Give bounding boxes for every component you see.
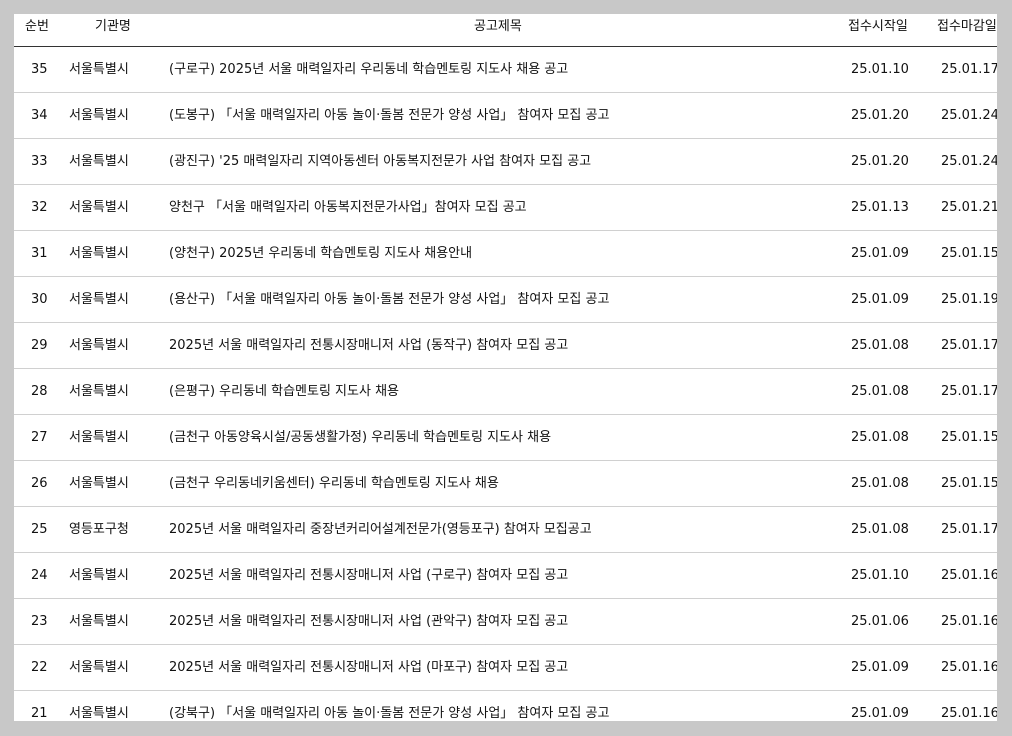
row-end-date: 25.01.16: [941, 614, 997, 629]
row-organization: 서울특별시: [69, 476, 129, 491]
notice-title-link[interactable]: (도봉구) 「서울 매력일자리 아동 놀이·돌봄 전문가 양성 사업」 참여자 …: [169, 93, 609, 138]
row-end-date: 25.01.17: [941, 384, 997, 399]
row-start-date: 25.01.09: [851, 292, 909, 307]
table-body: 35 서울특별시 (구로구) 2025년 서울 매력일자리 우리동네 학습멘토링…: [14, 47, 997, 721]
row-num: 22: [31, 660, 48, 675]
notice-title-link[interactable]: (은평구) 우리동네 학습멘토링 지도사 채용: [169, 369, 399, 414]
row-num: 31: [31, 246, 48, 261]
row-organization: 서울특별시: [69, 62, 129, 77]
notice-title-link[interactable]: 2025년 서울 매력일자리 중장년커리어설계전문가(영등포구) 참여자 모집공…: [169, 507, 592, 552]
row-num: 24: [31, 568, 48, 583]
row-end-date: 25.01.16: [941, 706, 997, 721]
notice-title-link[interactable]: (구로구) 2025년 서울 매력일자리 우리동네 학습멘토링 지도사 채용 공…: [169, 47, 568, 92]
table-row[interactable]: 31 서울특별시 (양천구) 2025년 우리동네 학습멘토링 지도사 채용안내…: [14, 231, 997, 277]
row-num: 23: [31, 614, 48, 629]
row-start-date: 25.01.08: [851, 384, 909, 399]
notice-title-link[interactable]: (금천구 아동양육시설/공동생활가정) 우리동네 학습멘토링 지도사 채용: [169, 415, 551, 460]
notice-title-link[interactable]: 2025년 서울 매력일자리 전통시장매니저 사업 (마포구) 참여자 모집 공…: [169, 645, 568, 690]
table-row[interactable]: 32 서울특별시 양천구 「서울 매력일자리 아동복지전문가사업」참여자 모집 …: [14, 185, 997, 231]
row-start-date: 25.01.09: [851, 660, 909, 675]
table-row[interactable]: 22 서울특별시 2025년 서울 매력일자리 전통시장매니저 사업 (마포구)…: [14, 645, 997, 691]
table-row[interactable]: 28 서울특별시 (은평구) 우리동네 학습멘토링 지도사 채용 25.01.0…: [14, 369, 997, 415]
table-row[interactable]: 34 서울특별시 (도봉구) 「서울 매력일자리 아동 놀이·돌봄 전문가 양성…: [14, 93, 997, 139]
notice-title-link[interactable]: (광진구) '25 매력일자리 지역아동센터 아동복지전문가 사업 참여자 모집…: [169, 139, 591, 184]
table-row[interactable]: 26 서울특별시 (금천구 우리동네키움센터) 우리동네 학습멘토링 지도사 채…: [14, 461, 997, 507]
row-end-date: 25.01.17: [941, 338, 997, 353]
notice-title-link[interactable]: (용산구) 「서울 매력일자리 아동 놀이·돌봄 전문가 양성 사업」 참여자 …: [169, 277, 609, 322]
row-organization: 서울특별시: [69, 200, 129, 215]
row-num: 35: [31, 62, 48, 77]
row-end-date: 25.01.24: [941, 154, 997, 169]
row-organization: 서울특별시: [69, 338, 129, 353]
row-num: 27: [31, 430, 48, 445]
row-num: 25: [31, 522, 48, 537]
row-num: 33: [31, 154, 48, 169]
row-num: 34: [31, 108, 48, 123]
row-num: 30: [31, 292, 48, 307]
row-start-date: 25.01.10: [851, 62, 909, 77]
row-organization: 서울특별시: [69, 660, 129, 675]
notice-title-link[interactable]: 양천구 「서울 매력일자리 아동복지전문가사업」참여자 모집 공고: [169, 185, 527, 230]
row-start-date: 25.01.09: [851, 706, 909, 721]
row-start-date: 25.01.20: [851, 154, 909, 169]
table-row[interactable]: 27 서울특별시 (금천구 아동양육시설/공동생활가정) 우리동네 학습멘토링 …: [14, 415, 997, 461]
row-organization: 서울특별시: [69, 706, 129, 721]
row-end-date: 25.01.16: [941, 568, 997, 583]
row-num: 32: [31, 200, 48, 215]
notice-title-link[interactable]: (강북구) 「서울 매력일자리 아동 놀이·돌봄 전문가 양성 사업」 참여자 …: [169, 691, 609, 721]
row-start-date: 25.01.08: [851, 476, 909, 491]
row-start-date: 25.01.08: [851, 522, 909, 537]
row-organization: 서울특별시: [69, 108, 129, 123]
row-organization: 서울특별시: [69, 154, 129, 169]
header-end-date: 접수마감일: [937, 19, 997, 34]
table-row[interactable]: 21 서울특별시 (강북구) 「서울 매력일자리 아동 놀이·돌봄 전문가 양성…: [14, 691, 997, 721]
notice-title-link[interactable]: 2025년 서울 매력일자리 전통시장매니저 사업 (구로구) 참여자 모집 공…: [169, 553, 568, 598]
row-num: 28: [31, 384, 48, 399]
header-num: 순번: [25, 19, 49, 34]
header-title: 공고제목: [474, 19, 522, 34]
row-organization: 영등포구청: [69, 522, 129, 537]
notice-title-link[interactable]: 2025년 서울 매력일자리 전통시장매니저 사업 (관악구) 참여자 모집 공…: [169, 599, 568, 644]
notice-title-link[interactable]: (금천구 우리동네키움센터) 우리동네 학습멘토링 지도사 채용: [169, 461, 499, 506]
notice-title-link[interactable]: (양천구) 2025년 우리동네 학습멘토링 지도사 채용안내: [169, 231, 472, 276]
row-start-date: 25.01.09: [851, 246, 909, 261]
row-num: 21: [31, 706, 48, 721]
row-start-date: 25.01.06: [851, 614, 909, 629]
table-row[interactable]: 29 서울특별시 2025년 서울 매력일자리 전통시장매니저 사업 (동작구)…: [14, 323, 997, 369]
row-organization: 서울특별시: [69, 292, 129, 307]
notice-title-link[interactable]: 2025년 서울 매력일자리 전통시장매니저 사업 (동작구) 참여자 모집 공…: [169, 323, 568, 368]
table-row[interactable]: 30 서울특별시 (용산구) 「서울 매력일자리 아동 놀이·돌봄 전문가 양성…: [14, 277, 997, 323]
row-start-date: 25.01.08: [851, 338, 909, 353]
table-row[interactable]: 35 서울특별시 (구로구) 2025년 서울 매력일자리 우리동네 학습멘토링…: [14, 47, 997, 93]
row-end-date: 25.01.17: [941, 62, 997, 77]
row-organization: 서울특별시: [69, 614, 129, 629]
row-end-date: 25.01.16: [941, 660, 997, 675]
table-row[interactable]: 23 서울특별시 2025년 서울 매력일자리 전통시장매니저 사업 (관악구)…: [14, 599, 997, 645]
table-header: 순번 기관명 공고제목 접수시작일 접수마감일: [14, 14, 997, 47]
row-start-date: 25.01.10: [851, 568, 909, 583]
row-num: 29: [31, 338, 48, 353]
row-start-date: 25.01.13: [851, 200, 909, 215]
row-end-date: 25.01.15: [941, 430, 997, 445]
header-start-date: 접수시작일: [848, 19, 908, 34]
job-notice-table: 순번 기관명 공고제목 접수시작일 접수마감일 35 서울특별시 (구로구) 2…: [14, 14, 997, 721]
row-end-date: 25.01.21: [941, 200, 997, 215]
row-end-date: 25.01.15: [941, 246, 997, 261]
row-organization: 서울특별시: [69, 430, 129, 445]
row-start-date: 25.01.20: [851, 108, 909, 123]
row-end-date: 25.01.19: [941, 292, 997, 307]
table-row[interactable]: 25 영등포구청 2025년 서울 매력일자리 중장년커리어설계전문가(영등포구…: [14, 507, 997, 553]
row-end-date: 25.01.15: [941, 476, 997, 491]
row-num: 26: [31, 476, 48, 491]
row-organization: 서울특별시: [69, 384, 129, 399]
table-row[interactable]: 24 서울특별시 2025년 서울 매력일자리 전통시장매니저 사업 (구로구)…: [14, 553, 997, 599]
row-organization: 서울특별시: [69, 246, 129, 261]
row-end-date: 25.01.17: [941, 522, 997, 537]
row-organization: 서울특별시: [69, 568, 129, 583]
header-organization: 기관명: [95, 19, 131, 34]
row-end-date: 25.01.24: [941, 108, 997, 123]
row-start-date: 25.01.08: [851, 430, 909, 445]
table-row[interactable]: 33 서울특별시 (광진구) '25 매력일자리 지역아동센터 아동복지전문가 …: [14, 139, 997, 185]
